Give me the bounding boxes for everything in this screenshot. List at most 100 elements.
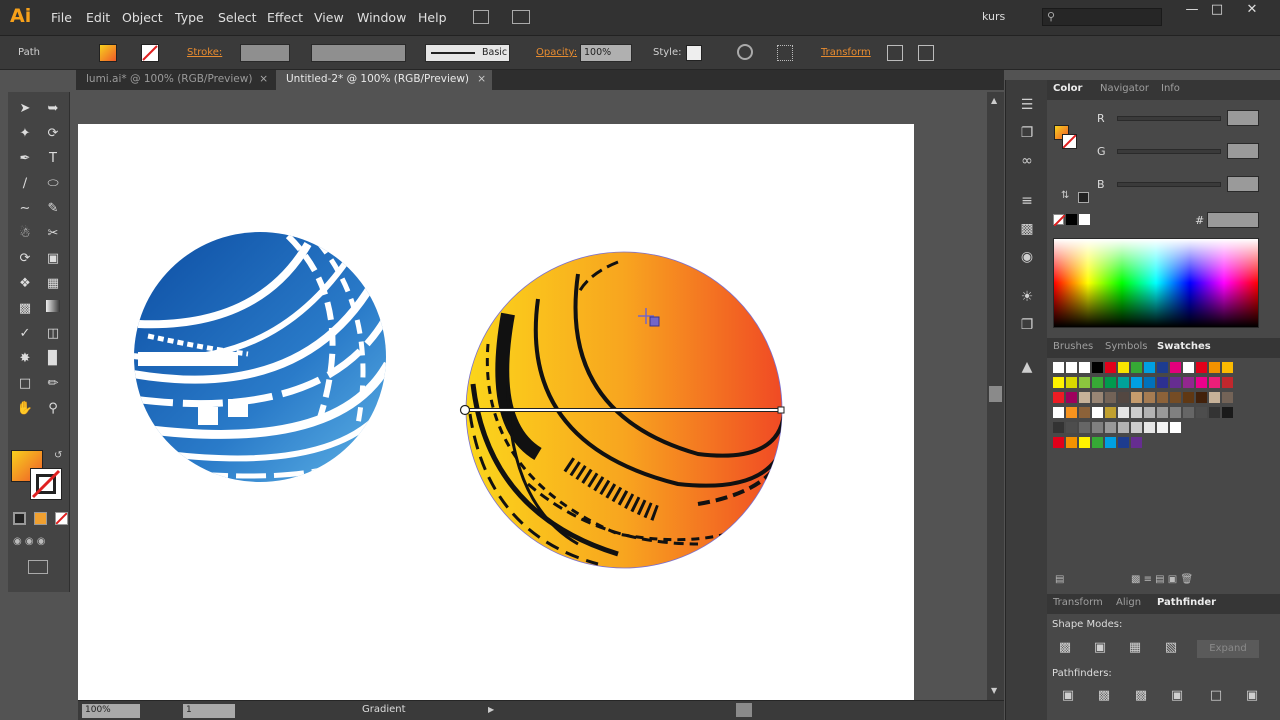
menu-window[interactable]: Window [357,10,406,25]
gradient-mode-icon[interactable] [34,512,47,525]
zoom-field[interactable]: 100% [82,704,140,718]
swatch-chip[interactable] [1209,377,1220,388]
menu-type[interactable]: Type [175,10,204,25]
swatch-chip[interactable] [1118,422,1129,433]
transform-link[interactable]: Transform [821,47,871,58]
b-value-field[interactable] [1227,176,1259,192]
opacity-field[interactable]: 100% [580,44,632,62]
artboard-number-field[interactable]: 1 [183,704,235,718]
swatch-chip[interactable] [1170,362,1181,373]
swatch-chip[interactable] [1105,422,1116,433]
swatch-chip[interactable] [1105,362,1116,373]
swatch-chip[interactable] [1092,437,1103,448]
swatch-chip[interactable] [1144,392,1155,403]
menu-select[interactable]: Select [218,10,257,25]
swatch-chip[interactable] [1118,437,1129,448]
swatch-chip[interactable] [1209,362,1220,373]
tab-lumi[interactable]: lumi.ai* @ 100% (RGB/Preview) × [76,70,274,90]
swatch-chip[interactable] [1092,422,1103,433]
paintbrush-tool-icon[interactable]: ∼ [14,198,36,220]
warp-tool-icon[interactable]: ❖ [14,273,36,295]
gradient-tool-icon[interactable] [42,298,64,320]
ellipse-tool-icon[interactable]: ⬭ [42,173,64,195]
intersect-icon[interactable]: ▦ [1126,640,1144,658]
pen-tool-icon[interactable]: ✒ [14,148,36,170]
swatch-chip[interactable] [1079,377,1090,388]
swatch-chip[interactable] [1131,392,1142,403]
horizontal-scroll-thumb[interactable] [736,703,752,717]
minus-back-icon[interactable]: ▣ [1243,688,1261,706]
divide-icon[interactable]: ▣ [1059,688,1077,706]
expand-button[interactable]: Expand [1197,640,1259,658]
artboard[interactable] [78,124,914,700]
stroke-panel-icon[interactable]: ≡ [1016,190,1038,212]
swatch-chip[interactable] [1053,407,1064,418]
swatch-chip[interactable] [1222,407,1233,418]
last-color-icon[interactable] [1078,192,1089,203]
color-spectrum[interactable] [1053,238,1259,328]
links-icon[interactable]: ∞ [1016,150,1038,172]
artboards-icon[interactable]: ❐ [1016,122,1038,144]
search-input[interactable]: ⚲ [1042,8,1162,26]
blend-tool-icon[interactable]: ◫ [42,323,64,345]
symbol-sprayer-tool-icon[interactable]: ✸ [14,348,36,370]
column-graph-tool-icon[interactable]: ▉ [42,348,64,370]
tab-navigator[interactable]: Navigator [1100,83,1149,94]
menu-effect[interactable]: Effect [267,10,303,25]
swatch-chip[interactable] [1118,377,1129,388]
swatch-chip[interactable] [1170,377,1181,388]
swatch-chip[interactable] [1131,407,1142,418]
swatch-chip[interactable] [1066,437,1077,448]
b-slider[interactable] [1117,182,1221,187]
swatch-chip[interactable] [1183,377,1194,388]
g-value-field[interactable] [1227,143,1259,159]
menu-edit[interactable]: Edit [86,10,110,25]
magic-wand-tool-icon[interactable]: ✦ [14,123,36,145]
swatch-chip[interactable] [1066,362,1077,373]
zoom-tool-icon[interactable]: ⚲ [42,398,64,420]
tab-transform[interactable]: Transform [1053,597,1103,608]
line-tool-icon[interactable]: ∕ [14,173,36,195]
stroke-label[interactable]: Stroke: [187,47,222,58]
swatch-chip[interactable] [1053,362,1064,373]
scissors-tool-icon[interactable]: ✂ [42,223,64,245]
crop-icon[interactable]: ▣ [1168,688,1186,706]
fill-color-swatch[interactable] [99,44,117,62]
outline-icon[interactable]: □ [1207,688,1225,706]
workspace-user[interactable]: kurs [982,10,1005,23]
layers-icon[interactable]: ☰ [1016,94,1038,116]
scroll-thumb[interactable] [989,386,1002,402]
stroke-weight-field[interactable] [240,44,290,62]
swatch-chip[interactable] [1079,437,1090,448]
swatch-chip[interactable] [1092,362,1103,373]
swatch-chip[interactable] [1066,392,1077,403]
swatch-chip[interactable] [1053,437,1064,448]
scroll-up-icon[interactable]: ▲ [991,96,997,105]
swatch-chip[interactable] [1118,392,1129,403]
swatch-chip[interactable] [1105,437,1116,448]
variable-width-profile[interactable] [311,44,406,62]
vertical-scrollbar[interactable]: ▲ ▼ [987,92,1004,700]
recolor-artwork-icon[interactable] [737,44,753,60]
image-trace-icon[interactable]: ▲ [1016,356,1038,378]
menu-help[interactable]: Help [418,10,447,25]
tab-symbols[interactable]: Symbols [1105,341,1147,352]
minus-front-icon[interactable]: ▣ [1091,640,1109,658]
swatch-options-icon[interactable]: ▩ ≡ ▤ ▣ 🗑 [1131,574,1193,585]
blob-brush-tool-icon[interactable]: ☃ [14,223,36,245]
current-tool-status[interactable]: Gradient [362,704,406,715]
hex-field[interactable] [1207,212,1259,228]
status-arrow-icon[interactable]: ▶ [488,705,494,714]
swatch-chip[interactable] [1222,377,1233,388]
swatch-chip[interactable] [1079,392,1090,403]
swatch-chip[interactable] [1092,392,1103,403]
eyedropper-tool-icon[interactable]: ✓ [14,323,36,345]
tab-align[interactable]: Align [1116,597,1141,608]
color-stroke-proxy[interactable] [1062,134,1077,149]
swatch-chip[interactable] [1222,392,1233,403]
slice-tool-icon[interactable]: ✏ [42,373,64,395]
swatch-chip[interactable] [1170,407,1181,418]
close-icon[interactable]: × [477,73,486,85]
swatch-chip[interactable] [1170,422,1181,433]
swap-fill-stroke-icon[interactable]: ↺ [54,450,62,461]
